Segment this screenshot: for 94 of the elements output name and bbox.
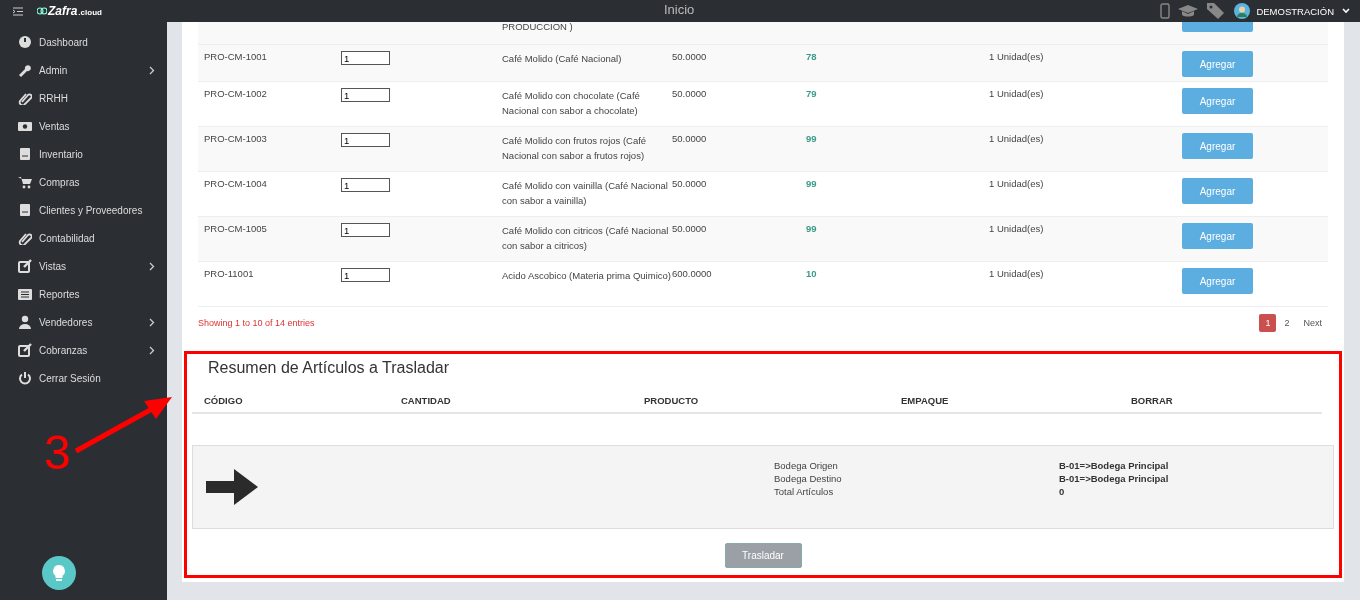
paperclip-icon bbox=[18, 91, 32, 105]
graduation-cap-icon[interactable] bbox=[1178, 4, 1199, 18]
nav-item[interactable]: RRHH bbox=[0, 84, 167, 112]
table-cell-text: PRO-CM-1001 bbox=[203, 51, 268, 64]
detail-label: Total Artículos bbox=[774, 485, 835, 498]
lightbulb-icon bbox=[52, 564, 66, 582]
table-cell-text: 1 Unidad(es) bbox=[989, 88, 1045, 101]
page-button[interactable]: 2 bbox=[1278, 314, 1296, 332]
stock-cell-text: 99 bbox=[806, 133, 818, 146]
column-header: CANTIDAD bbox=[401, 395, 452, 406]
lightbulb-button[interactable] bbox=[42, 556, 76, 590]
detail-label: Bodega Destino bbox=[774, 472, 843, 485]
stock-cell-text: 99 bbox=[806, 223, 818, 236]
table-cell-text: PRO-CM-1002 bbox=[203, 88, 268, 101]
nav-item[interactable]: Compras bbox=[0, 168, 167, 196]
nav-item[interactable]: Reportes bbox=[0, 280, 167, 308]
quantity-field[interactable]: 1 bbox=[341, 178, 390, 192]
stock-cell-text: 79 bbox=[806, 88, 818, 101]
nav-item[interactable]: Clientes y Proveedores bbox=[0, 196, 167, 224]
table-cell-text: 1 Unidad(es) bbox=[989, 178, 1045, 191]
quantity-field[interactable]: 1 bbox=[341, 51, 390, 65]
book-icon bbox=[18, 203, 32, 217]
paperclip-icon bbox=[18, 231, 32, 245]
logo[interactable]: Zafra.cloud bbox=[37, 4, 102, 18]
edit-icon bbox=[18, 343, 32, 357]
table-cell-text: 1 Unidad(es) bbox=[989, 268, 1045, 281]
nav-item[interactable]: Cobranzas bbox=[0, 336, 167, 364]
table-cell-text: PRO-CM-1004 bbox=[203, 178, 268, 191]
table-cell-text: 1 Unidad(es) bbox=[989, 51, 1045, 64]
detail-value: B-01=>Bodega Principal bbox=[1059, 472, 1169, 485]
table-cell-text: 50.0000 bbox=[672, 178, 708, 191]
table-cell-text: Café Molido con chocolate (Café Nacional con sabor a chocolate) bbox=[502, 89, 641, 118]
nav-item[interactable]: Inventario bbox=[0, 140, 167, 168]
tag-icon[interactable] bbox=[1206, 2, 1227, 20]
page-title: Inicio bbox=[664, 2, 695, 17]
quantity-field[interactable]: 1 bbox=[341, 88, 390, 102]
table-cell-text: PRO-CM-1005 bbox=[203, 223, 268, 236]
avatar-icon[interactable] bbox=[1234, 3, 1251, 19]
table-cell-text: PRO-CM-1003 bbox=[203, 133, 268, 146]
power-icon bbox=[18, 371, 32, 385]
stock-cell-text: 10 bbox=[806, 268, 818, 281]
quantity-field[interactable]: 1 bbox=[341, 133, 390, 147]
table-cell-text: 50.0000 bbox=[672, 88, 708, 101]
table-cell-text: Acido Ascobico (Materia prima Quimico) bbox=[502, 269, 672, 283]
nav-item[interactable]: Contabilidad bbox=[0, 224, 167, 252]
detail-label: Bodega Origen bbox=[774, 459, 839, 472]
user-name[interactable]: DEMOSTRACIÓN bbox=[1256, 5, 1334, 17]
book-icon bbox=[18, 147, 32, 161]
cart-icon bbox=[18, 175, 32, 189]
quantity-field[interactable]: 1 bbox=[341, 268, 390, 282]
arrow-right-icon bbox=[206, 469, 258, 505]
table-cell-text: Café Molido con vainilla (Café Nacional con sabor a vainilla) bbox=[502, 179, 669, 208]
detail-value: B-01=>Bodega Principal bbox=[1059, 459, 1169, 472]
caret-icon[interactable] bbox=[1342, 8, 1350, 14]
entries-info: Showing 1 to 10 of 14 entries bbox=[198, 318, 315, 328]
table-cell-text: 1 Unidad(es) bbox=[989, 133, 1045, 146]
table-cell-text: 600.0000 bbox=[672, 268, 713, 281]
phone-icon[interactable] bbox=[1160, 3, 1171, 19]
logo-suffix: .cloud bbox=[78, 8, 102, 17]
page-button[interactable]: 1 bbox=[1259, 314, 1277, 332]
stock-cell-text: 78 bbox=[806, 51, 818, 64]
list-icon bbox=[18, 287, 32, 301]
column-header: CÓDIGO bbox=[204, 395, 244, 406]
table-cell-text: 50.0000 bbox=[672, 223, 708, 236]
nav-item[interactable]: Admin bbox=[0, 56, 167, 84]
stock-cell-text: 99 bbox=[806, 178, 818, 191]
table-cell-text: PRO-11001 bbox=[203, 268, 255, 281]
menu-icon[interactable] bbox=[13, 6, 23, 16]
nav-item[interactable]: Dashboard bbox=[0, 28, 167, 56]
edit-icon bbox=[18, 259, 32, 273]
detail-value: 0 bbox=[1059, 485, 1066, 498]
nav-item[interactable]: Vendedores bbox=[0, 308, 167, 336]
wrench-icon bbox=[18, 63, 32, 77]
table-cell-text: 1 Unidad(es) bbox=[989, 223, 1045, 236]
table-cell-text: Café Molido (Café Nacional) bbox=[502, 52, 623, 66]
banknote-icon bbox=[18, 119, 32, 133]
column-header: PRODUCTO bbox=[644, 395, 700, 406]
table-cell-text: PRODUCCION ) bbox=[502, 22, 574, 34]
annotation-number: 3 bbox=[44, 425, 71, 480]
quantity-field[interactable]: 1 bbox=[341, 223, 390, 237]
nav-item[interactable]: Ventas bbox=[0, 112, 167, 140]
page-button[interactable]: Next bbox=[1297, 314, 1328, 332]
gauge-icon bbox=[18, 35, 32, 49]
table-cell-text: 50.0000 bbox=[672, 51, 708, 64]
table-cell-text: Café Molido con frutos rojos (Café Nacional con sabor a frutos rojos) bbox=[502, 134, 648, 163]
table-cell-text: Café Molido con citricos (Café Nacional con sabor a citricos) bbox=[502, 224, 670, 253]
section-title: Resumen de Artículos a Trasladar bbox=[208, 359, 450, 377]
column-header: BORRAR bbox=[1131, 395, 1174, 406]
column-header: EMPAQUE bbox=[901, 395, 950, 406]
user-icon bbox=[18, 315, 32, 329]
nav-item[interactable]: Cerrar Sesión bbox=[0, 364, 167, 392]
table-cell-text: 50.0000 bbox=[672, 133, 708, 146]
logo-name: Zafra bbox=[48, 4, 78, 18]
nav-item[interactable]: Vistas bbox=[0, 252, 167, 280]
